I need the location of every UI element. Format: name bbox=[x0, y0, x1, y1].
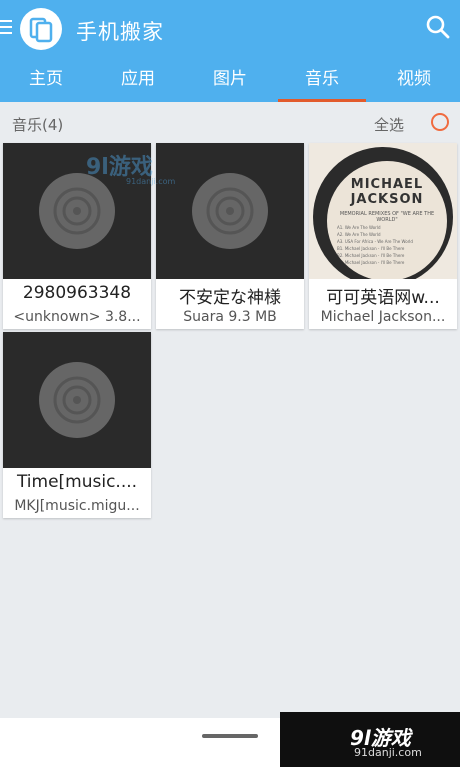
app-logo-icon bbox=[20, 8, 62, 50]
album-art-track: B3. Michael Jackson - I'll Be There bbox=[337, 260, 405, 265]
album-art-track: A1. We Are The World bbox=[337, 225, 381, 230]
home-gesture-bar[interactable] bbox=[202, 734, 258, 738]
section-title: 音乐(4) bbox=[12, 116, 64, 134]
music-item-subtitle: Michael Jackson... bbox=[320, 309, 446, 325]
music-item-subtitle: <unknown> 3.8... bbox=[13, 309, 141, 325]
music-item-name: 2980963348 bbox=[22, 283, 132, 303]
album-art-track: B2. Michael Jackson - I'll Be There bbox=[337, 253, 405, 258]
tab-apps[interactable]: 应用 bbox=[92, 58, 184, 102]
search-icon[interactable] bbox=[425, 14, 451, 40]
album-art: MICHAEL JACKSON MEMORIAL REMIXES OF "WE … bbox=[309, 143, 457, 279]
app-bar: 手机搬家 主页 应用 图片 音乐 视频 bbox=[0, 0, 460, 102]
album-art-track: B1. Michael Jackson - I'll Be There bbox=[337, 246, 405, 251]
watermark-logo-icon: 9l游戏 91danji.com bbox=[86, 154, 176, 186]
album-art-line1: MICHAEL bbox=[350, 177, 424, 192]
tab-home[interactable]: 主页 bbox=[0, 58, 92, 102]
tab-music[interactable]: 音乐 bbox=[276, 58, 368, 102]
music-item[interactable]: MICHAEL JACKSON MEMORIAL REMIXES OF "WE … bbox=[309, 143, 457, 329]
vinyl-placeholder-icon bbox=[3, 332, 151, 468]
select-all-label[interactable]: 全选 bbox=[374, 114, 404, 135]
tab-photos[interactable]: 图片 bbox=[184, 58, 276, 102]
music-item-subtitle: MKJ[music.migu... bbox=[14, 498, 140, 514]
vinyl-record-image: MICHAEL JACKSON MEMORIAL REMIXES OF "WE … bbox=[313, 147, 453, 279]
music-item-name: Time[music.... bbox=[16, 472, 138, 492]
music-item-name: 可可英语网w... bbox=[326, 288, 440, 308]
app-title: 手机搬家 bbox=[76, 20, 164, 44]
section-header: 音乐(4) 全选 bbox=[0, 102, 460, 142]
album-art-track: A2. We Are The World bbox=[337, 232, 381, 237]
record-label: MICHAEL JACKSON MEMORIAL REMIXES OF "WE … bbox=[327, 161, 447, 279]
album-art-line2: JACKSON bbox=[350, 192, 424, 207]
watermark-url: 91danji.com bbox=[354, 746, 422, 759]
music-item[interactable]: Time[music.... MKJ[music.migu... bbox=[3, 332, 151, 518]
music-item-name: 不安定な神様 bbox=[179, 288, 281, 308]
music-item-subtitle: Suara 9.3 MB bbox=[183, 309, 277, 325]
select-all-radio[interactable] bbox=[431, 113, 449, 131]
menu-icon[interactable] bbox=[0, 20, 12, 34]
album-art-track: A3. USA For Africa - We Are The World bbox=[337, 239, 413, 244]
watermark-badge: 9l游戏 91danji.com bbox=[280, 712, 460, 767]
tab-videos[interactable]: 视频 bbox=[368, 58, 460, 102]
tab-bar: 主页 应用 图片 音乐 视频 bbox=[0, 58, 460, 102]
svg-text:91danji.com: 91danji.com bbox=[126, 177, 176, 186]
album-art-line3: MEMORIAL REMIXES OF "WE ARE THE WORLD" bbox=[339, 211, 435, 223]
